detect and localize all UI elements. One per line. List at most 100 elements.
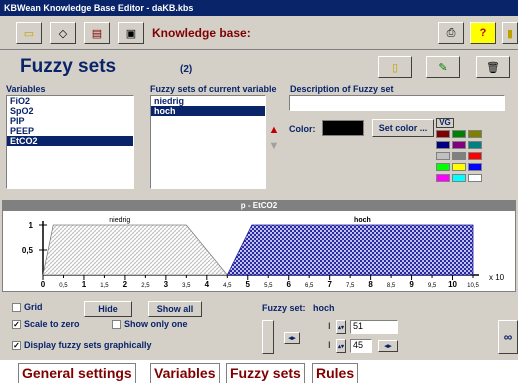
x-tick-label: 5 xyxy=(246,280,251,289)
value2-stepper[interactable]: ▴▾ xyxy=(336,339,346,353)
hide-button[interactable]: Hide xyxy=(84,301,132,317)
infinity-button[interactable]: ∞ xyxy=(498,320,518,354)
window-title: KBWean Knowledge Base Editor - daKB.kbs xyxy=(0,0,518,16)
x-tick-label: 2,5 xyxy=(141,283,150,289)
list-item[interactable]: EtCO2 xyxy=(7,136,133,146)
color-swatch[interactable] xyxy=(468,174,482,182)
fuzzy-sets-label: Fuzzy sets of current variable xyxy=(150,84,277,94)
move-up-icon[interactable]: ▲ xyxy=(268,124,280,138)
description-label: Description of Fuzzy set xyxy=(290,84,394,94)
page-title: Fuzzy sets xyxy=(20,56,117,77)
window-icon[interactable]: ▣ xyxy=(118,22,144,44)
color-swatch[interactable] xyxy=(452,141,466,149)
marker-icon: I xyxy=(328,340,331,350)
x-tick-label: 1 xyxy=(82,280,87,289)
color-preview xyxy=(322,120,364,136)
tab-bar: General settings Variables Fuzzy sets Ru… xyxy=(0,360,518,383)
color-swatch[interactable] xyxy=(436,163,450,171)
fuzzy-sets-list[interactable]: niedrig hoch xyxy=(150,95,266,189)
x-tick-label: 1,5 xyxy=(100,283,109,289)
series-label: niedrig xyxy=(109,217,130,224)
x-tick-label: 6 xyxy=(286,280,291,289)
fuzzy-set-count: (2) xyxy=(180,64,193,75)
x-tick-label: 7,5 xyxy=(346,283,355,289)
list-item[interactable]: PEEP xyxy=(7,126,133,136)
value2-horizontal-stepper[interactable]: ◂▸ xyxy=(378,340,398,352)
scale-to-zero-checkbox[interactable]: ✓ Scale to zero xyxy=(12,319,80,329)
tab-fuzzy-sets[interactable]: Fuzzy sets xyxy=(226,363,305,383)
x-tick-label: 0,5 xyxy=(59,283,68,289)
scale-to-zero-label: Scale to zero xyxy=(24,319,80,329)
delete-icon[interactable]: 🗑 xyxy=(476,56,510,78)
x-tick-label: 4,5 xyxy=(223,283,232,289)
variables-list[interactable]: FiO2 SpO2 PIP PEEP EtCO2 xyxy=(6,95,134,189)
print-icon[interactable]: ⎙ xyxy=(438,22,464,44)
horizontal-stepper[interactable]: ◂▸ xyxy=(284,332,300,344)
color-swatch[interactable] xyxy=(436,152,450,160)
x-tick-label: 8,5 xyxy=(387,283,396,289)
find-icon[interactable]: ▤ xyxy=(84,22,110,44)
list-item[interactable]: FiO2 xyxy=(7,96,133,106)
x-tick-label: 3,5 xyxy=(182,283,191,289)
x-tick-label: 10 xyxy=(448,280,457,289)
color-swatch[interactable] xyxy=(468,152,482,160)
move-down-icon[interactable]: ▼ xyxy=(268,140,280,154)
color-swatch[interactable] xyxy=(468,130,482,138)
new-icon[interactable]: ▯ xyxy=(378,56,412,78)
x-tick-label: 9,5 xyxy=(428,283,437,289)
display-graphically-label: Display fuzzy sets graphically xyxy=(24,340,152,350)
x-tick-label: 7 xyxy=(327,280,332,289)
x-tick-label: 3 xyxy=(164,280,169,289)
series-area-hoch xyxy=(226,224,474,276)
show-only-one-checkbox[interactable]: Show only one xyxy=(112,319,188,329)
fuzzy-set-label: Fuzzy set: xyxy=(262,303,306,313)
color-label: Color: xyxy=(289,124,316,134)
grid-checkbox[interactable]: Grid xyxy=(12,302,43,312)
section-header: Fuzzy sets (2) ▯ ✎ 🗑 xyxy=(0,56,518,82)
color-swatch[interactable] xyxy=(468,163,482,171)
left-scroll-button[interactable] xyxy=(262,320,274,354)
show-only-one-label: Show only one xyxy=(124,319,188,329)
value1-field[interactable]: 51 xyxy=(350,320,398,334)
series-label: hoch xyxy=(354,217,371,224)
x-tick-label: 2 xyxy=(123,280,128,289)
color-swatch[interactable] xyxy=(452,163,466,171)
color-swatch[interactable] xyxy=(452,174,466,182)
x-tick-label: 9 xyxy=(409,280,414,289)
list-item[interactable]: SpO2 xyxy=(7,106,133,116)
eraser-icon[interactable]: ◇ xyxy=(50,22,76,44)
color-swatch[interactable] xyxy=(452,152,466,160)
value2-field[interactable]: 45 xyxy=(350,339,372,353)
x-tick-label: 5,5 xyxy=(264,283,273,289)
help-icon[interactable]: ? xyxy=(470,22,496,44)
edit-icon[interactable]: ✎ xyxy=(426,56,460,78)
y-tick-label: 0,5 xyxy=(22,246,34,255)
list-item[interactable]: PIP xyxy=(7,116,133,126)
exit-icon[interactable]: ▮ xyxy=(502,22,518,44)
color-swatch[interactable] xyxy=(436,141,450,149)
tab-general-settings[interactable]: General settings xyxy=(18,363,136,383)
fuzzy-set-name: hoch xyxy=(313,303,335,313)
value1-stepper[interactable]: ▴▾ xyxy=(336,320,346,334)
tab-rules[interactable]: Rules xyxy=(312,363,359,383)
x-tick-label: 0 xyxy=(41,280,46,289)
list-item[interactable]: hoch xyxy=(151,106,265,116)
x-tick-label: 6,5 xyxy=(305,283,314,289)
display-graphically-checkbox[interactable]: ✓ Display fuzzy sets graphically xyxy=(12,340,152,350)
color-swatch[interactable] xyxy=(436,130,450,138)
x-tick-label: 10,5 xyxy=(467,283,479,289)
chart-frame: p - EtCO2 niedrig hoch 0 0,5 1 1,5 2 2,5 3 3,5 4 4,… xyxy=(2,200,516,292)
tab-variables[interactable]: Variables xyxy=(150,363,220,383)
open-folder-icon[interactable]: ▭ xyxy=(16,22,42,44)
color-swatch[interactable] xyxy=(452,130,466,138)
description-field[interactable] xyxy=(289,95,505,111)
marker-icon: I xyxy=(328,321,331,331)
palette-label: VG xyxy=(436,118,454,128)
list-item[interactable]: niedrig xyxy=(151,96,265,106)
show-all-button[interactable]: Show all xyxy=(148,301,202,317)
series-area-niedrig xyxy=(42,224,229,276)
toolbar: ▭ ◇ ▤ ▣ Knowledge base: ⎙ ? ▮ xyxy=(0,16,518,50)
color-swatch[interactable] xyxy=(468,141,482,149)
color-swatch[interactable] xyxy=(436,174,450,182)
set-color-button[interactable]: Set color ... xyxy=(372,119,434,137)
